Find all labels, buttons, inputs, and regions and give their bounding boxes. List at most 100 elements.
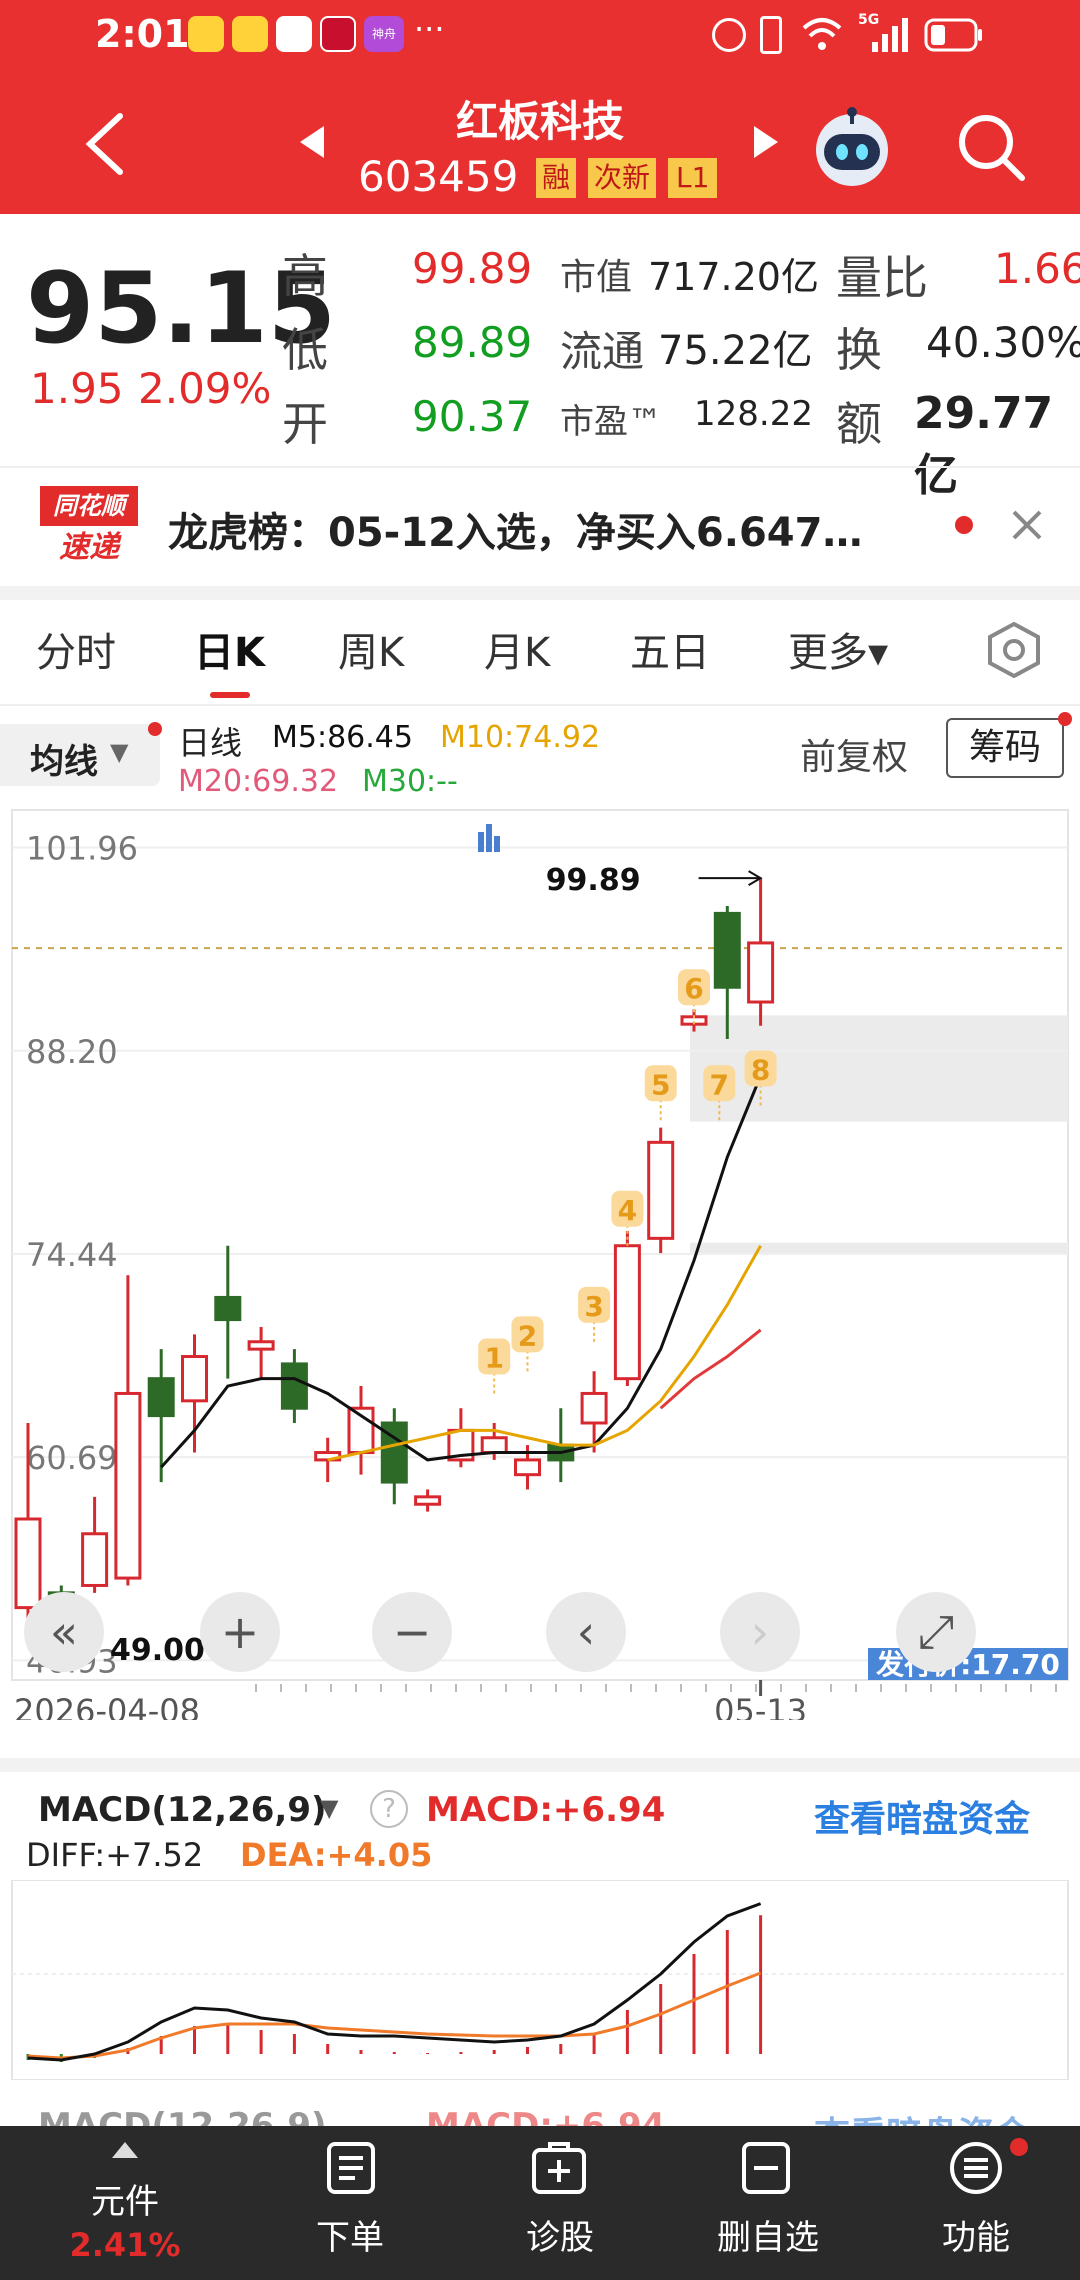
float-value: 75.22亿 <box>658 328 813 374</box>
search-icon[interactable] <box>956 112 1026 182</box>
bottom-item-0[interactable]: 元件 <box>0 2174 250 2223</box>
robot-assistant-icon[interactable] <box>810 104 894 188</box>
news-banner[interactable]: 同花顺 速递 龙虎榜：05-12入选，净买入6.647… <box>0 466 1080 586</box>
signal-icon <box>872 18 908 52</box>
help-icon[interactable]: ? <box>370 1790 408 1828</box>
zoom-in-button[interactable]: + <box>200 1592 280 1672</box>
unread-dot <box>955 516 973 534</box>
remove-watchlist-icon <box>742 2142 790 2194</box>
bottom-bar: 元件 2.41% 下单 诊股 删自选 功能 <box>0 2126 1080 2280</box>
stock-code: 603459 <box>358 152 519 201</box>
settings-icon[interactable] <box>986 622 1042 678</box>
low-value: 89.89 <box>412 318 533 367</box>
bottom-item-4[interactable]: 功能 <box>876 2210 1076 2259</box>
macd-chart[interactable] <box>0 1880 1080 2080</box>
status-time: 2:01 <box>95 12 190 56</box>
vibrate-icon <box>760 16 782 54</box>
bottom-item-1[interactable]: 下单 <box>250 2210 450 2259</box>
ma30-label: M30:-- <box>362 764 458 799</box>
signal-label: 4 <box>618 1194 637 1227</box>
weibo-icon <box>232 16 268 52</box>
market-cap-label: 市值 <box>560 257 633 298</box>
macd-value: MACD:+6.94 <box>426 1790 666 1830</box>
bar-chart-icon-bar <box>486 824 492 852</box>
bottom-item-3[interactable]: 删自选 <box>668 2210 868 2259</box>
dark-pool-link[interactable]: 查看暗盘资金 <box>814 1790 1030 1842</box>
open-value: 90.37 <box>412 392 533 441</box>
alarm-icon <box>712 18 746 52</box>
diff-value: DIFF:+7.52 <box>26 1836 204 1874</box>
adjust-label[interactable]: 前复权 <box>800 728 908 780</box>
candle-body <box>280 1362 308 1410</box>
low-label: 低 <box>282 323 328 377</box>
ma-selector-label: 均线 <box>30 742 98 782</box>
signal-label: 7 <box>710 1068 729 1101</box>
close-icon[interactable] <box>1010 508 1044 542</box>
tab-more[interactable]: 更多▾ <box>788 620 888 678</box>
scroll-right-button[interactable]: › <box>720 1592 800 1672</box>
volume-ratio-value: 1.66 <box>994 244 1080 293</box>
high-label: 高 <box>282 249 328 303</box>
price-change-pct: 2.09% <box>138 364 272 413</box>
open-label: 开 <box>282 397 328 451</box>
chevron-down-icon: ▼ <box>110 738 129 766</box>
candle-body <box>580 1391 608 1425</box>
kline-chart[interactable]: 101.9688.2074.4460.6946.931234567899.894… <box>0 800 1080 1720</box>
x-tick-label: 2026-04-08 <box>14 1692 200 1720</box>
high-value: 99.89 <box>412 244 533 293</box>
scroll-left-button[interactable]: ‹ <box>546 1592 626 1672</box>
candle-body <box>514 1458 541 1477</box>
second-indicator-peek: MACD(12,26,9) MACD:+6.94 查看暗盘资金 <box>0 2090 1080 2130</box>
macd-frame <box>11 1880 1069 2080</box>
news-logo-top: 同花顺 <box>40 486 138 526</box>
candle-body <box>613 1244 641 1381</box>
price-change: 1.95 <box>30 364 124 413</box>
tab-monthly-k[interactable]: 月K <box>484 620 550 678</box>
amount-label: 额 <box>836 397 882 451</box>
tab-intraday[interactable]: 分时 <box>36 620 116 678</box>
fullscreen-button[interactable]: ⤢ <box>896 1592 976 1672</box>
candle-body <box>81 1532 109 1587</box>
pe-value: 128.22 <box>694 394 813 434</box>
macd-title[interactable]: MACD(12,26,9) <box>38 1790 327 1830</box>
x-tick-label: 05-13 <box>714 1692 807 1720</box>
news-logo-bottom: 速递 <box>40 528 138 568</box>
ma20-label: M20:69.32 <box>178 764 339 799</box>
zoom-out-history-button[interactable]: « <box>24 1592 104 1672</box>
badge-margin: 融 <box>536 158 577 198</box>
tab-weekly-k[interactable]: 周K <box>338 620 404 678</box>
ma-selector[interactable]: 均线 ▼ <box>0 724 160 786</box>
y-tick-label: 74.44 <box>26 1236 118 1274</box>
section-gap <box>0 1758 1080 1772</box>
function-dot <box>1010 2138 1028 2156</box>
pe-label: 市盈™ <box>560 402 662 442</box>
y-tick-label: 60.69 <box>26 1439 118 1477</box>
badge-l1: L1 <box>668 158 718 198</box>
candle-body <box>480 1436 508 1455</box>
line-type-label: 日线 <box>178 724 243 762</box>
candle-body <box>247 1340 275 1351</box>
tab-daily-k[interactable]: 日K <box>194 620 265 678</box>
gift-icon <box>320 16 356 52</box>
zoom-out-button[interactable]: − <box>372 1592 452 1672</box>
chevron-down-icon: ▼ <box>320 1794 339 1822</box>
candle-body <box>147 1377 175 1418</box>
candle-body <box>713 911 741 989</box>
volume-ratio-label: 量比 <box>836 251 928 305</box>
next-stock-icon[interactable] <box>752 124 780 160</box>
chips-button[interactable]: 筹码 <box>946 718 1064 778</box>
bottom-item-2[interactable]: 诊股 <box>460 2210 660 2259</box>
prev-stock-icon[interactable] <box>298 124 326 160</box>
dea-value: DEA:+4.05 <box>240 1836 433 1874</box>
more-icon: ··· <box>414 10 445 48</box>
signal-label: 8 <box>751 1053 770 1086</box>
wifi-icon <box>802 18 842 50</box>
signal-label: 5 <box>651 1068 670 1101</box>
back-icon[interactable] <box>80 112 130 176</box>
tab-five-day[interactable]: 五日 <box>630 620 710 678</box>
candle-body <box>414 1495 442 1506</box>
badge-new: 次新 <box>588 158 657 198</box>
stock-name: 红板科技 <box>455 97 624 146</box>
ma5-label: M5:86.45 <box>272 720 413 755</box>
ma10-label: M10:74.92 <box>440 720 601 755</box>
